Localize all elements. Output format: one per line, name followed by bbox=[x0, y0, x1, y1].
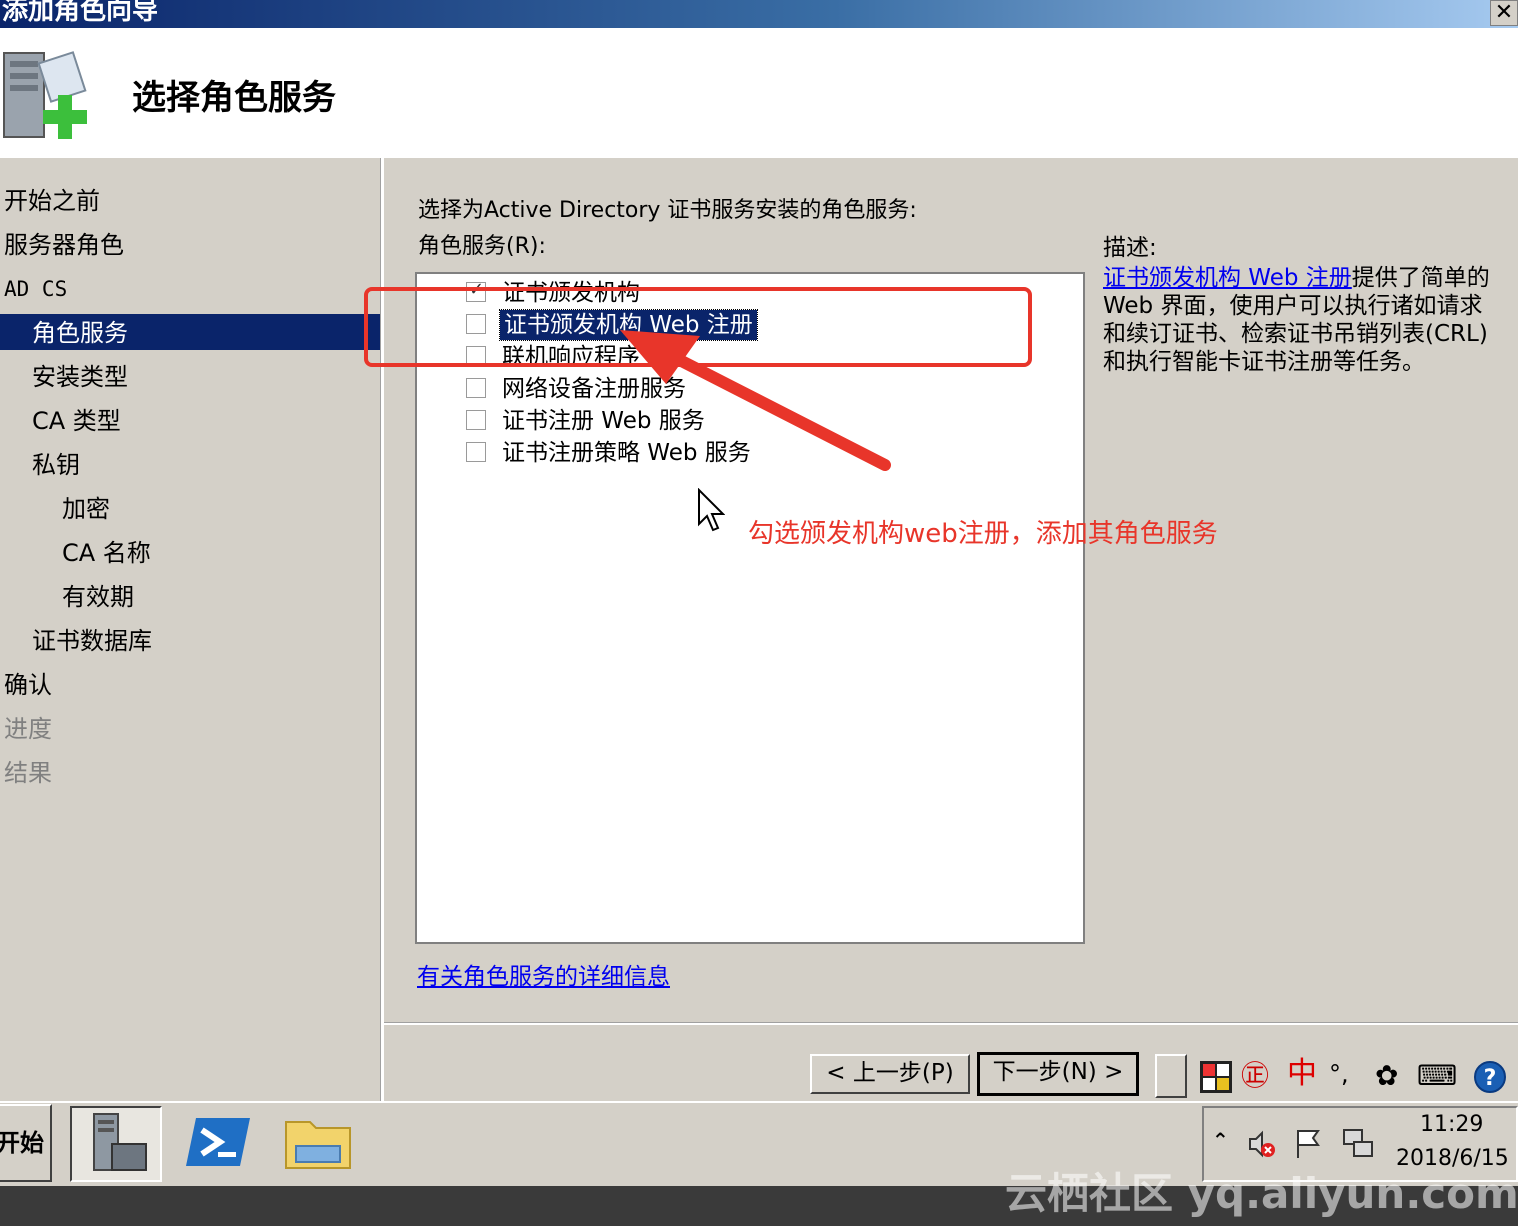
server-add-icon bbox=[3, 51, 87, 139]
nav-item-ad-cs[interactable]: AD CS bbox=[4, 272, 67, 306]
watermark: 云栖社区 yq.aliyun.com bbox=[1005, 1169, 1518, 1218]
description-link[interactable]: 证书颁发机构 Web 注册 bbox=[1103, 265, 1352, 291]
ime-skin-icon[interactable]: ✿ bbox=[1375, 1056, 1398, 1096]
help-icon[interactable]: ? bbox=[1473, 1060, 1507, 1094]
title-bar: 添加角色向导 bbox=[0, 0, 1518, 28]
powershell-icon bbox=[186, 1118, 250, 1166]
ime-punct-toggle[interactable]: °, bbox=[1329, 1054, 1349, 1094]
checkbox-ndes[interactable] bbox=[466, 378, 486, 398]
nav-item-private-key[interactable]: 私钥 bbox=[32, 448, 80, 482]
close-button[interactable]: ✕ bbox=[1490, 0, 1518, 26]
nav-item-setup-type[interactable]: 安装类型 bbox=[32, 360, 128, 394]
nav-item-before-you-begin[interactable]: 开始之前 bbox=[4, 184, 100, 218]
back-button[interactable]: < 上一步(P) bbox=[810, 1054, 970, 1094]
ime-handle[interactable] bbox=[1155, 1054, 1187, 1098]
description-label: 描述: bbox=[1103, 235, 1157, 261]
ime-pinyin-icon[interactable] bbox=[1199, 1060, 1233, 1094]
clock-time[interactable]: 11:29 bbox=[1420, 1112, 1483, 1137]
taskbar-server-manager[interactable] bbox=[70, 1106, 162, 1182]
footer-separator bbox=[384, 1022, 1518, 1025]
annotation-arrow-icon bbox=[620, 330, 891, 471]
next-button[interactable]: 下一步(N) > bbox=[977, 1052, 1139, 1096]
action-center-flag-icon[interactable] bbox=[1292, 1126, 1324, 1160]
nav-item-server-roles[interactable]: 服务器角色 bbox=[4, 228, 124, 262]
svg-text:?: ? bbox=[1484, 1066, 1497, 1091]
folder-icon bbox=[285, 1121, 351, 1169]
page-title: 选择角色服务 bbox=[132, 78, 336, 118]
nav-item-progress: 进度 bbox=[4, 715, 52, 743]
description-body: 证书颁发机构 Web 注册提供了简单的 Web 界面，使用户可以执行诸如请求和续… bbox=[1103, 264, 1493, 376]
nav-item-validity-period[interactable]: 有效期 bbox=[62, 580, 134, 614]
ime-softkeyboard-icon[interactable]: ⌨ bbox=[1417, 1056, 1457, 1096]
network-icon[interactable] bbox=[1340, 1126, 1378, 1162]
role-services-label: 角色服务(R): bbox=[418, 234, 546, 259]
checkbox-enrollment-web-service[interactable] bbox=[466, 410, 486, 430]
nav-item-certificate-database[interactable]: 证书数据库 bbox=[32, 624, 152, 658]
window-title: 添加角色向导 bbox=[2, 0, 159, 26]
ime-mode-toggle[interactable]: 中 bbox=[1287, 1054, 1317, 1094]
mouse-cursor-icon bbox=[698, 488, 725, 532]
start-button[interactable]: 开始 bbox=[0, 1104, 52, 1182]
checkbox-enrollment-policy-web-service[interactable] bbox=[466, 442, 486, 462]
nav-item-cryptography[interactable]: 加密 bbox=[62, 492, 110, 526]
taskbar-explorer[interactable] bbox=[278, 1106, 370, 1182]
nav-item-ca-name[interactable]: CA 名称 bbox=[62, 536, 151, 570]
more-info-link[interactable]: 有关角色服务的详细信息 bbox=[417, 957, 670, 991]
server-manager-icon bbox=[93, 1113, 147, 1171]
nav-item-ca-type[interactable]: CA 类型 bbox=[32, 404, 121, 438]
nav-item-confirmation[interactable]: 确认 bbox=[4, 668, 52, 702]
ime-toolbar: ㊣ 中 °, ✿ ⌨ ? bbox=[1155, 1054, 1518, 1098]
taskbar-powershell[interactable] bbox=[180, 1106, 272, 1182]
nav-item-role-services[interactable]: 角色服务 bbox=[32, 316, 128, 350]
instruction-text: 选择为Active Directory 证书服务安装的角色服务: bbox=[418, 198, 917, 223]
volume-muted-icon[interactable] bbox=[1246, 1128, 1278, 1160]
tray-expand-icon[interactable]: ⌃ bbox=[1212, 1128, 1229, 1152]
ime-sogou-icon[interactable]: ㊣ bbox=[1241, 1056, 1269, 1096]
nav-item-results: 结果 bbox=[4, 759, 52, 787]
annotation-text: 勾选颁发机构web注册，添加其角色服务 bbox=[748, 519, 1218, 549]
